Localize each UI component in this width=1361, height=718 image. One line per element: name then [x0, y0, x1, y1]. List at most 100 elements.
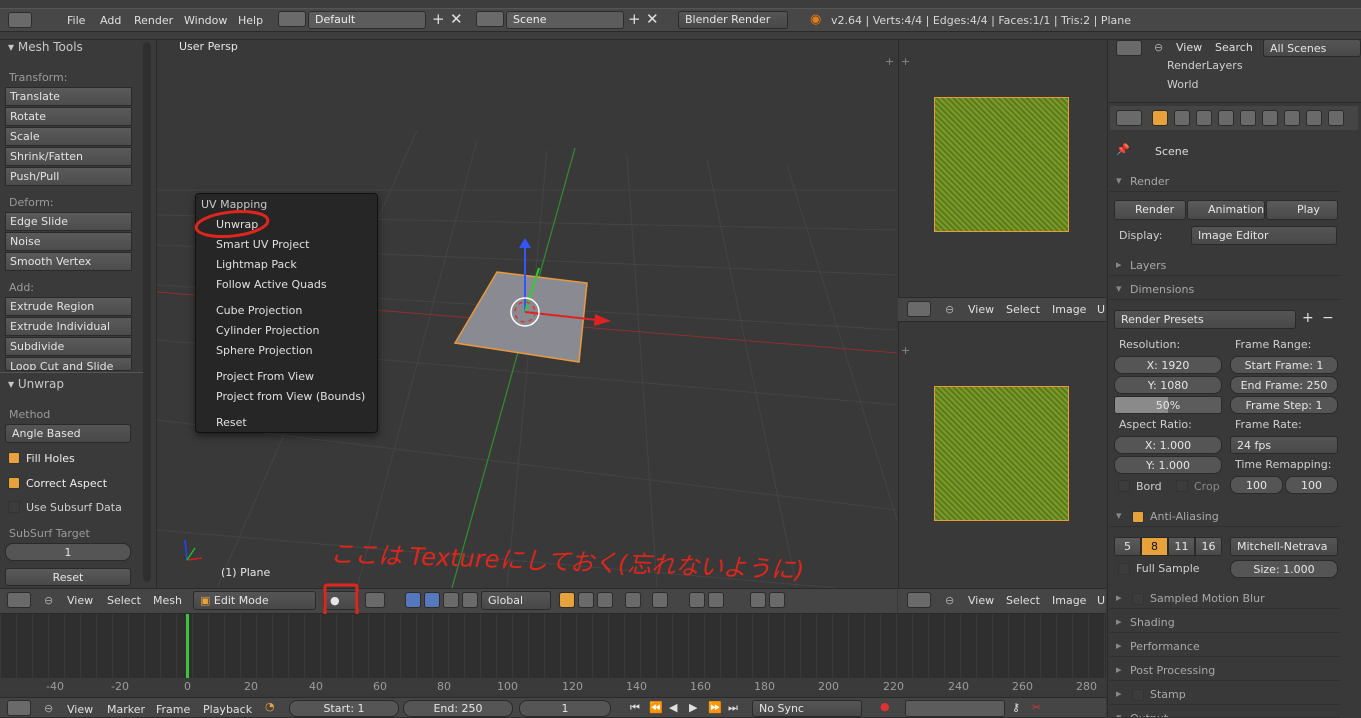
- image-bottom-menu-select[interactable]: Select: [1006, 594, 1040, 607]
- layout-grid-icon[interactable]: [278, 11, 306, 27]
- image-top-add-icon[interactable]: +: [901, 55, 910, 68]
- preview-range-icon[interactable]: ◔: [265, 700, 275, 713]
- image-bottom-collapse-icon[interactable]: ⊖: [945, 594, 954, 607]
- view3d-menu-select[interactable]: Select: [107, 594, 141, 607]
- menu-add[interactable]: Add: [100, 14, 121, 27]
- manipulator-translate-icon[interactable]: [405, 592, 421, 608]
- menu-help[interactable]: Help: [238, 14, 263, 27]
- scale-button[interactable]: Scale: [5, 127, 132, 146]
- outliner-menu-view[interactable]: View: [1176, 41, 1202, 54]
- image-top-menu-uvs[interactable]: U: [1097, 303, 1105, 316]
- manipulator-rotate-icon[interactable]: [424, 592, 440, 608]
- vertex-select-icon[interactable]: [559, 592, 575, 608]
- outliner-collapse-icon[interactable]: ⊖: [1154, 41, 1163, 54]
- aa-samples-8[interactable]: 8: [1141, 537, 1168, 556]
- jump-keyframe-back-icon[interactable]: ⏪: [649, 701, 663, 714]
- object-tab-icon[interactable]: [1218, 110, 1234, 126]
- jump-end-icon[interactable]: ⏭: [728, 701, 738, 715]
- render-presets-dropdown[interactable]: Render Presets: [1114, 310, 1296, 329]
- motion-blur-panel-header[interactable]: Sampled Motion Blur: [1110, 589, 1340, 609]
- unwrap-header[interactable]: ▾ Unwrap: [8, 377, 64, 391]
- use-subsurf-checkbox[interactable]: [8, 501, 20, 513]
- world-tab-icon[interactable]: [1196, 110, 1212, 126]
- smooth-vertex-button[interactable]: Smooth Vertex: [5, 252, 132, 271]
- screen-layout-field[interactable]: Default: [308, 11, 426, 29]
- scene-tab-icon[interactable]: [1174, 110, 1190, 126]
- fill-holes-checkbox[interactable]: [8, 452, 20, 464]
- full-sample-checkbox[interactable]: [1118, 563, 1130, 575]
- resolution-y-field[interactable]: Y: 1080: [1114, 376, 1222, 394]
- view3d-menu-mesh[interactable]: Mesh: [153, 594, 182, 607]
- shading-panel-header[interactable]: Shading: [1110, 613, 1340, 633]
- material-tab-icon[interactable]: [1306, 110, 1322, 126]
- image-bottom-add-icon[interactable]: +: [901, 344, 910, 357]
- uv-menu-cylinder-projection[interactable]: Cylinder Projection: [216, 324, 319, 337]
- mode-dropdown[interactable]: ▣ Edit Mode: [193, 591, 316, 610]
- uv-menu-project-from-view[interactable]: Project From View: [216, 370, 314, 383]
- uv-menu-cube-projection[interactable]: Cube Projection: [216, 304, 302, 317]
- menu-file[interactable]: File: [67, 14, 85, 27]
- image-top-collapse-icon[interactable]: ⊖: [945, 303, 954, 316]
- resolution-percentage-slider[interactable]: 50%: [1114, 396, 1222, 414]
- uv-menu-lightmap-pack[interactable]: Lightmap Pack: [216, 258, 297, 271]
- current-frame-field[interactable]: 1: [519, 700, 611, 717]
- timeline-menu-frame[interactable]: Frame: [156, 703, 190, 716]
- extrude-region-button[interactable]: Extrude Region: [5, 297, 132, 316]
- data-tab-icon[interactable]: [1284, 110, 1300, 126]
- opengl-anim-icon[interactable]: [769, 592, 785, 608]
- manipulator-scale-icon[interactable]: [443, 592, 459, 608]
- menu-render[interactable]: Render: [134, 14, 173, 27]
- reset-button[interactable]: Reset: [5, 568, 131, 586]
- aa-samples-11[interactable]: 11: [1168, 537, 1195, 556]
- outliner-item-world[interactable]: World: [1167, 78, 1199, 91]
- timeline-editor-icon[interactable]: [7, 700, 31, 716]
- record-icon[interactable]: ●: [880, 700, 890, 713]
- crop-checkbox[interactable]: [1176, 480, 1188, 492]
- uv-menu-reset[interactable]: Reset: [216, 416, 247, 429]
- image-bottom-menu-uvs[interactable]: U: [1097, 594, 1105, 607]
- image-top-menu-select[interactable]: Select: [1006, 303, 1040, 316]
- time-remap-new-field[interactable]: 100: [1285, 476, 1338, 494]
- frame-rate-dropdown[interactable]: 24 fps: [1230, 436, 1338, 454]
- timeline-collapse-icon[interactable]: ⊖: [44, 702, 53, 715]
- insert-keyframe-icon[interactable]: ⚷: [1012, 701, 1020, 714]
- time-remap-old-field[interactable]: 100: [1230, 476, 1283, 494]
- stamp-panel-header[interactable]: Stamp: [1110, 685, 1340, 705]
- image-editor-icon-top[interactable]: [907, 301, 931, 317]
- keying-set-icon[interactable]: [905, 700, 1005, 717]
- extrude-individual-button[interactable]: Extrude Individual: [5, 317, 132, 336]
- jump-keyframe-forward-icon[interactable]: ⏩: [708, 701, 722, 714]
- display-dropdown[interactable]: Image Editor: [1191, 226, 1337, 245]
- output-panel-header[interactable]: Output: [1110, 709, 1340, 718]
- jump-start-icon[interactable]: ⏮: [630, 701, 640, 715]
- stamp-checkbox[interactable]: [1132, 689, 1144, 701]
- border-checkbox[interactable]: [1118, 480, 1130, 492]
- aspect-x-field[interactable]: X: 1.000: [1114, 436, 1222, 454]
- outliner-item-renderlayers[interactable]: RenderLayers: [1167, 59, 1243, 72]
- scene-field[interactable]: Scene: [506, 11, 624, 29]
- render-button[interactable]: Render: [1114, 200, 1186, 220]
- performance-panel-header[interactable]: Performance: [1110, 637, 1340, 657]
- delete-keyframe-icon[interactable]: ✂: [1032, 701, 1041, 714]
- view3d-editor-icon[interactable]: [7, 592, 31, 608]
- mesh-tools-header[interactable]: ▾ Mesh Tools: [8, 40, 83, 54]
- frame-step-field[interactable]: Frame Step: 1: [1230, 396, 1338, 414]
- manipulator-all-icon[interactable]: [462, 592, 478, 608]
- snap-toggle-icon[interactable]: [689, 592, 705, 608]
- subdivide-button[interactable]: Subdivide: [5, 337, 132, 356]
- filter-size-field[interactable]: Size: 1.000: [1230, 560, 1338, 578]
- image-top-menu-image[interactable]: Image: [1052, 303, 1086, 316]
- image-bottom-menu-view[interactable]: View: [968, 594, 994, 607]
- menu-window[interactable]: Window: [184, 14, 227, 27]
- shrink-fatten-button[interactable]: Shrink/Fatten: [5, 147, 132, 166]
- render-engine-dropdown[interactable]: Blender Render: [678, 11, 788, 29]
- end-frame-prop-field[interactable]: End Frame: 250: [1230, 376, 1338, 394]
- dimensions-panel-header[interactable]: Dimensions: [1110, 280, 1340, 300]
- resolution-x-field[interactable]: X: 1920: [1114, 356, 1222, 374]
- push-pull-button[interactable]: Push/Pull: [5, 167, 132, 186]
- texture-tab-icon[interactable]: [1328, 110, 1344, 126]
- play-icon[interactable]: ▶: [689, 701, 697, 714]
- info-editor-icon[interactable]: [8, 12, 32, 28]
- image-bottom-menu-image[interactable]: Image: [1052, 594, 1086, 607]
- timeline-menu-playback[interactable]: Playback: [203, 703, 252, 716]
